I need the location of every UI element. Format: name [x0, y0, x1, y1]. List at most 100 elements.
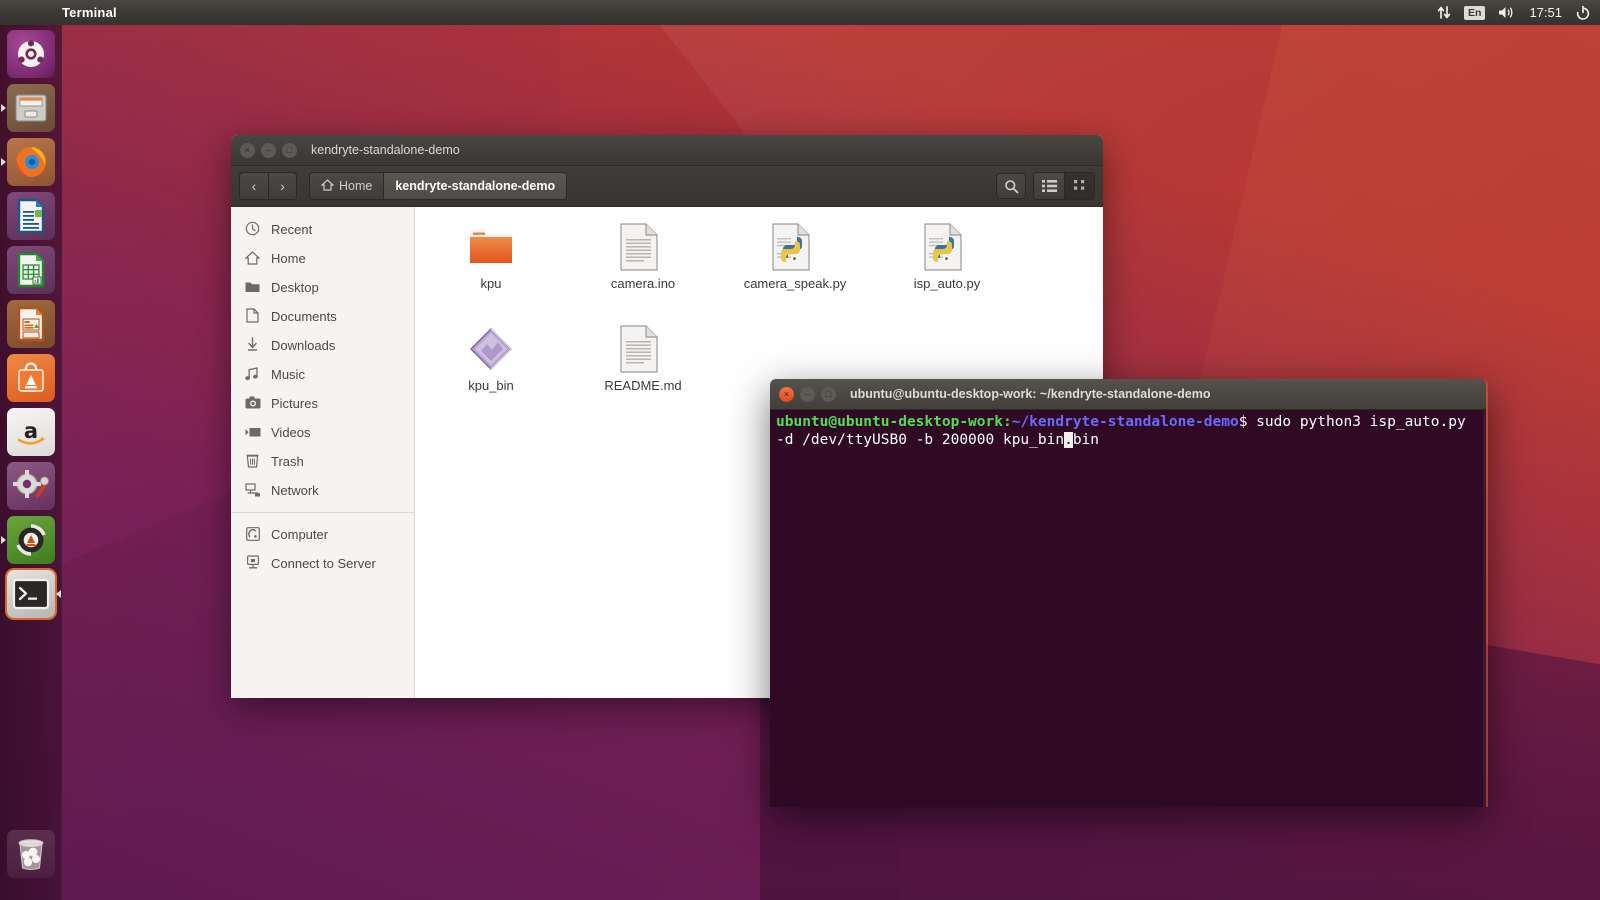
terminal-cursor: .	[1064, 432, 1073, 448]
terminal-window[interactable]: × – □ ubuntu@ubuntu-desktop-work: ~/kend…	[770, 379, 1488, 807]
video-icon	[244, 426, 261, 440]
forward-button[interactable]: ›	[268, 173, 296, 199]
file-label: isp_auto.py	[913, 276, 981, 291]
sidebar-item-videos[interactable]: Videos	[231, 418, 414, 447]
power-icon[interactable]	[1575, 5, 1591, 21]
list-view-icon[interactable]	[1034, 173, 1064, 199]
window-title: kendryte-standalone-demo	[311, 143, 460, 157]
breadcrumb-current[interactable]: kendryte-standalone-demo	[383, 173, 567, 199]
keyboard-layout-label: En	[1464, 5, 1486, 20]
maximize-button[interactable]: □	[282, 142, 297, 158]
launcher-item-amazon[interactable]: a	[6, 408, 55, 456]
window-title: ubuntu@ubuntu-desktop-work: ~/kendryte-s…	[850, 387, 1211, 401]
file-manager-toolbar: ‹ › Home kendryte-standalone-demo	[231, 166, 1103, 207]
sidebar-label: Downloads	[271, 338, 336, 353]
launcher-item-firefox[interactable]	[6, 138, 55, 186]
sidebar-item-network[interactable]: Network	[231, 476, 414, 505]
minimize-button[interactable]: –	[800, 386, 815, 402]
unity-launcher: a	[0, 25, 62, 900]
sidebar-item-music[interactable]: Music	[231, 360, 414, 389]
toolbar-right-group	[996, 172, 1095, 200]
file-manager-titlebar[interactable]: × – □ kendryte-standalone-demo	[231, 135, 1103, 166]
sidebar-item-recent[interactable]: Recent	[231, 215, 414, 244]
sidebar-item-downloads[interactable]: Downloads	[231, 331, 414, 360]
view-toggle-group	[1033, 172, 1095, 200]
sidebar-label: Home	[271, 251, 306, 266]
file-item-readme-md[interactable]: README.md	[567, 321, 719, 423]
file-label: kpu	[480, 276, 502, 291]
launcher-item-ubuntu-dash[interactable]	[6, 30, 55, 78]
terminal-titlebar[interactable]: × – □ ubuntu@ubuntu-desktop-work: ~/kend…	[770, 379, 1486, 410]
sidebar-label: Computer	[271, 527, 329, 542]
file-label: camera_speak.py	[743, 276, 847, 291]
file-item-camera-speak-py[interactable]: camera_speak.py	[719, 219, 871, 321]
sidebar-label: Trash	[271, 454, 304, 469]
network-icon	[244, 482, 261, 499]
sidebar-label: Documents	[271, 309, 337, 324]
panel-indicators: En 17:51	[1437, 5, 1600, 21]
file-label: README.md	[604, 378, 682, 393]
sidebar-item-pictures[interactable]: Pictures	[231, 389, 414, 418]
home-icon	[244, 250, 261, 267]
sidebar-label: Desktop	[271, 280, 319, 295]
sidebar-label: Music	[271, 367, 305, 382]
trash-icon	[244, 453, 261, 470]
terminal-output[interactable]: ubuntu@ubuntu-desktop-work:~/kendryte-st…	[770, 410, 1486, 807]
prompt-user: ubuntu@ubuntu-desktop-work	[776, 414, 1003, 430]
launcher-item-trash[interactable]	[7, 830, 55, 878]
launcher-item-libreoffice-impress[interactable]	[6, 300, 55, 348]
volume-icon[interactable]	[1498, 5, 1516, 20]
breadcrumb: Home kendryte-standalone-demo	[309, 172, 568, 200]
keyboard-layout-indicator[interactable]: En	[1464, 5, 1486, 20]
launcher-item-libreoffice-calc[interactable]	[6, 246, 55, 294]
python-file-icon	[771, 223, 819, 271]
home-icon	[320, 178, 335, 194]
prompt-symbol: $	[1238, 414, 1257, 430]
clock-icon	[244, 221, 261, 238]
search-icon[interactable]	[996, 173, 1026, 199]
file-label: kpu_bin	[468, 378, 514, 393]
file-item-kpu[interactable]: kpu	[415, 219, 567, 321]
file-item-kpu-bin[interactable]: kpu_bin	[415, 321, 567, 423]
maximize-button[interactable]: □	[821, 386, 836, 402]
binary-file-icon	[467, 325, 515, 373]
close-button[interactable]: ×	[779, 386, 794, 402]
sidebar-divider	[231, 512, 414, 513]
launcher-item-files-nautilus[interactable]	[6, 84, 55, 132]
file-item-isp-auto-py[interactable]: isp_auto.py	[871, 219, 1023, 321]
sidebar-label: Connect to Server	[271, 556, 376, 571]
computer-icon	[244, 526, 261, 543]
file-item-camera-ino[interactable]: camera.ino	[567, 219, 719, 321]
prompt-separator: :	[1002, 414, 1012, 430]
file-label: camera.ino	[610, 276, 676, 291]
breadcrumb-home[interactable]: Home	[310, 173, 384, 199]
launcher-item-software-updater[interactable]	[6, 516, 55, 564]
prompt-path: ~/kendryte-standalone-demo	[1011, 414, 1239, 430]
launcher-item-ubuntu-software[interactable]	[6, 354, 55, 402]
download-icon	[244, 337, 261, 354]
launcher-item-libreoffice-writer[interactable]	[6, 192, 55, 240]
launcher-item-terminal[interactable]	[6, 570, 55, 618]
document-icon	[244, 308, 261, 325]
sidebar-item-desktop[interactable]: Desktop	[231, 273, 414, 302]
minimize-button[interactable]: –	[261, 142, 276, 158]
sidebar-label: Network	[271, 483, 319, 498]
sidebar-item-documents[interactable]: Documents	[231, 302, 414, 331]
grid-view-icon[interactable]	[1064, 173, 1094, 199]
network-icon[interactable]	[1437, 5, 1451, 20]
clock[interactable]: 17:51	[1529, 5, 1562, 20]
sidebar-label: Pictures	[271, 396, 318, 411]
document-icon	[619, 325, 667, 373]
panel-app-title[interactable]: Terminal	[62, 5, 117, 20]
sidebar-item-home[interactable]: Home	[231, 244, 414, 273]
sidebar-item-connect-to-server[interactable]: Connect to Server	[231, 549, 414, 578]
sidebar-item-trash[interactable]: Trash	[231, 447, 414, 476]
nav-button-group: ‹ ›	[239, 172, 297, 200]
terminal-scrollbar[interactable]	[1483, 410, 1486, 807]
music-icon	[244, 366, 261, 383]
close-button[interactable]: ×	[240, 142, 255, 158]
breadcrumb-home-label: Home	[339, 179, 373, 193]
sidebar-item-computer[interactable]: Computer	[231, 520, 414, 549]
launcher-item-system-settings[interactable]	[6, 462, 55, 510]
back-button[interactable]: ‹	[240, 173, 268, 199]
